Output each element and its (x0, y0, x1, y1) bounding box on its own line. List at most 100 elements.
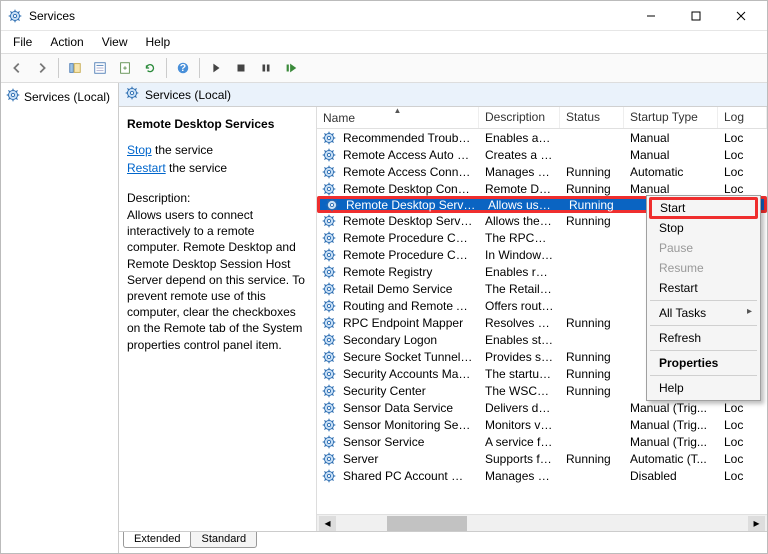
cell-name: Remote Registry (337, 265, 479, 279)
cell-status: Running (560, 316, 624, 330)
cell-logon: Loc (718, 452, 767, 466)
cell-name: Server (337, 452, 479, 466)
svg-text:?: ? (180, 62, 186, 74)
cell-description: Resolves RP... (479, 316, 560, 330)
menu-item-start[interactable]: Start (649, 197, 758, 219)
cell-logon: Loc (718, 182, 767, 196)
horizontal-scrollbar[interactable]: ◂ ▸ (317, 514, 767, 531)
column-description[interactable]: Description (479, 107, 560, 128)
tab-standard[interactable]: Standard (190, 532, 257, 548)
back-button[interactable] (5, 56, 29, 80)
tree-item-label: Services (Local) (24, 90, 110, 104)
menu-item-restart[interactable]: Restart (649, 278, 758, 298)
scroll-thumb[interactable] (387, 516, 467, 531)
cell-description: Remote Des... (479, 182, 560, 196)
menu-item-properties[interactable]: Properties (649, 353, 758, 373)
window-buttons (628, 2, 763, 30)
stop-button[interactable] (229, 56, 253, 80)
menu-help[interactable]: Help (138, 33, 179, 51)
service-gear-icon (321, 349, 337, 365)
gear-icon (6, 88, 20, 105)
service-gear-icon (321, 147, 337, 163)
cell-description: Provides su... (479, 350, 560, 364)
cell-logon: Loc (718, 401, 767, 415)
description-label: Description: (127, 191, 308, 205)
tab-extended[interactable]: Extended (123, 532, 191, 548)
cell-description: The RPCSS s... (479, 231, 560, 245)
help-button[interactable]: ? (171, 56, 195, 80)
cell-status: Running (560, 384, 624, 398)
cell-name: Shared PC Account Manager (337, 469, 479, 483)
window-title: Services (29, 9, 628, 23)
maximize-button[interactable] (673, 2, 718, 30)
scroll-right-arrow[interactable]: ▸ (748, 516, 765, 531)
column-startup[interactable]: Startup Type (624, 107, 718, 128)
nav-tree: Services (Local) (1, 83, 119, 553)
table-row[interactable]: Recommended Troublesho...Enables aut...M… (317, 129, 767, 146)
selected-service-name: Remote Desktop Services (127, 117, 308, 131)
table-row[interactable]: ServerSupports fil...RunningAutomatic (T… (317, 450, 767, 467)
cell-description: A service fo... (479, 435, 560, 449)
minimize-button[interactable] (628, 2, 673, 30)
refresh-button[interactable] (138, 56, 162, 80)
table-row[interactable]: Shared PC Account ManagerManages pr...Di… (317, 467, 767, 484)
cell-description: Creates a co... (479, 148, 560, 162)
export-button[interactable] (113, 56, 137, 80)
scroll-track[interactable] (337, 516, 747, 531)
menu-action[interactable]: Action (42, 33, 91, 51)
column-logon[interactable]: Log (718, 107, 767, 128)
list-header-bar: Services (Local) (119, 83, 767, 107)
cell-description: The WSCSV... (479, 384, 560, 398)
bottom-tabs: Extended Standard (119, 531, 767, 553)
cell-name: Retail Demo Service (337, 282, 479, 296)
cell-name: Remote Procedure Call (RPC) (337, 231, 479, 245)
scroll-left-arrow[interactable]: ◂ (319, 516, 336, 531)
column-status[interactable]: Status (560, 107, 624, 128)
cell-description: Enables rem... (479, 265, 560, 279)
menu-item-all-tasks[interactable]: All Tasks (649, 303, 758, 323)
table-row[interactable]: Remote Access Auto Conne...Creates a co.… (317, 146, 767, 163)
forward-button[interactable] (30, 56, 54, 80)
service-gear-icon (321, 181, 337, 197)
cell-name: RPC Endpoint Mapper (337, 316, 479, 330)
service-gear-icon (321, 130, 337, 146)
service-gear-icon (321, 298, 337, 314)
menu-file[interactable]: File (5, 33, 40, 51)
table-row[interactable]: Sensor Data ServiceDelivers dat...Manual… (317, 399, 767, 416)
cell-name: Security Center (337, 384, 479, 398)
column-name[interactable]: Name▲ (317, 107, 479, 128)
cell-logon: Loc (718, 148, 767, 162)
restart-suffix: the service (166, 161, 227, 175)
menu-view[interactable]: View (94, 33, 136, 51)
service-gear-icon (321, 264, 337, 280)
table-row[interactable]: Sensor Monitoring ServiceMonitors va...M… (317, 416, 767, 433)
table-row[interactable]: Remote Access Connection...Manages di...… (317, 163, 767, 180)
service-gear-icon (321, 230, 337, 246)
stop-service-link[interactable]: Stop (127, 143, 152, 157)
menu-separator (650, 350, 757, 351)
cell-description: Manages pr... (479, 469, 560, 483)
show-hide-tree-button[interactable] (63, 56, 87, 80)
cell-name: Secondary Logon (337, 333, 479, 347)
menu-item-stop[interactable]: Stop (649, 218, 758, 238)
service-gear-icon (321, 417, 337, 433)
cell-name: Secure Socket Tunneling Pr... (337, 350, 479, 364)
close-button[interactable] (718, 2, 763, 30)
menu-separator (650, 325, 757, 326)
service-gear-icon (321, 164, 337, 180)
tree-services-local[interactable]: Services (Local) (3, 86, 116, 107)
toolbar: ? (1, 53, 767, 83)
menu-item-help[interactable]: Help (649, 378, 758, 398)
menu-item-refresh[interactable]: Refresh (649, 328, 758, 348)
restart-button[interactable] (279, 56, 303, 80)
table-row[interactable]: Sensor ServiceA service fo...Manual (Tri… (317, 433, 767, 450)
restart-service-link[interactable]: Restart (127, 161, 166, 175)
cell-name: Recommended Troublesho... (337, 131, 479, 145)
cell-logon: Loc (718, 418, 767, 432)
cell-description: Allows user... (482, 198, 563, 212)
cell-startup: Automatic (T... (624, 452, 718, 466)
play-button[interactable] (204, 56, 228, 80)
properties-button[interactable] (88, 56, 112, 80)
service-gear-icon (321, 315, 337, 331)
pause-button[interactable] (254, 56, 278, 80)
